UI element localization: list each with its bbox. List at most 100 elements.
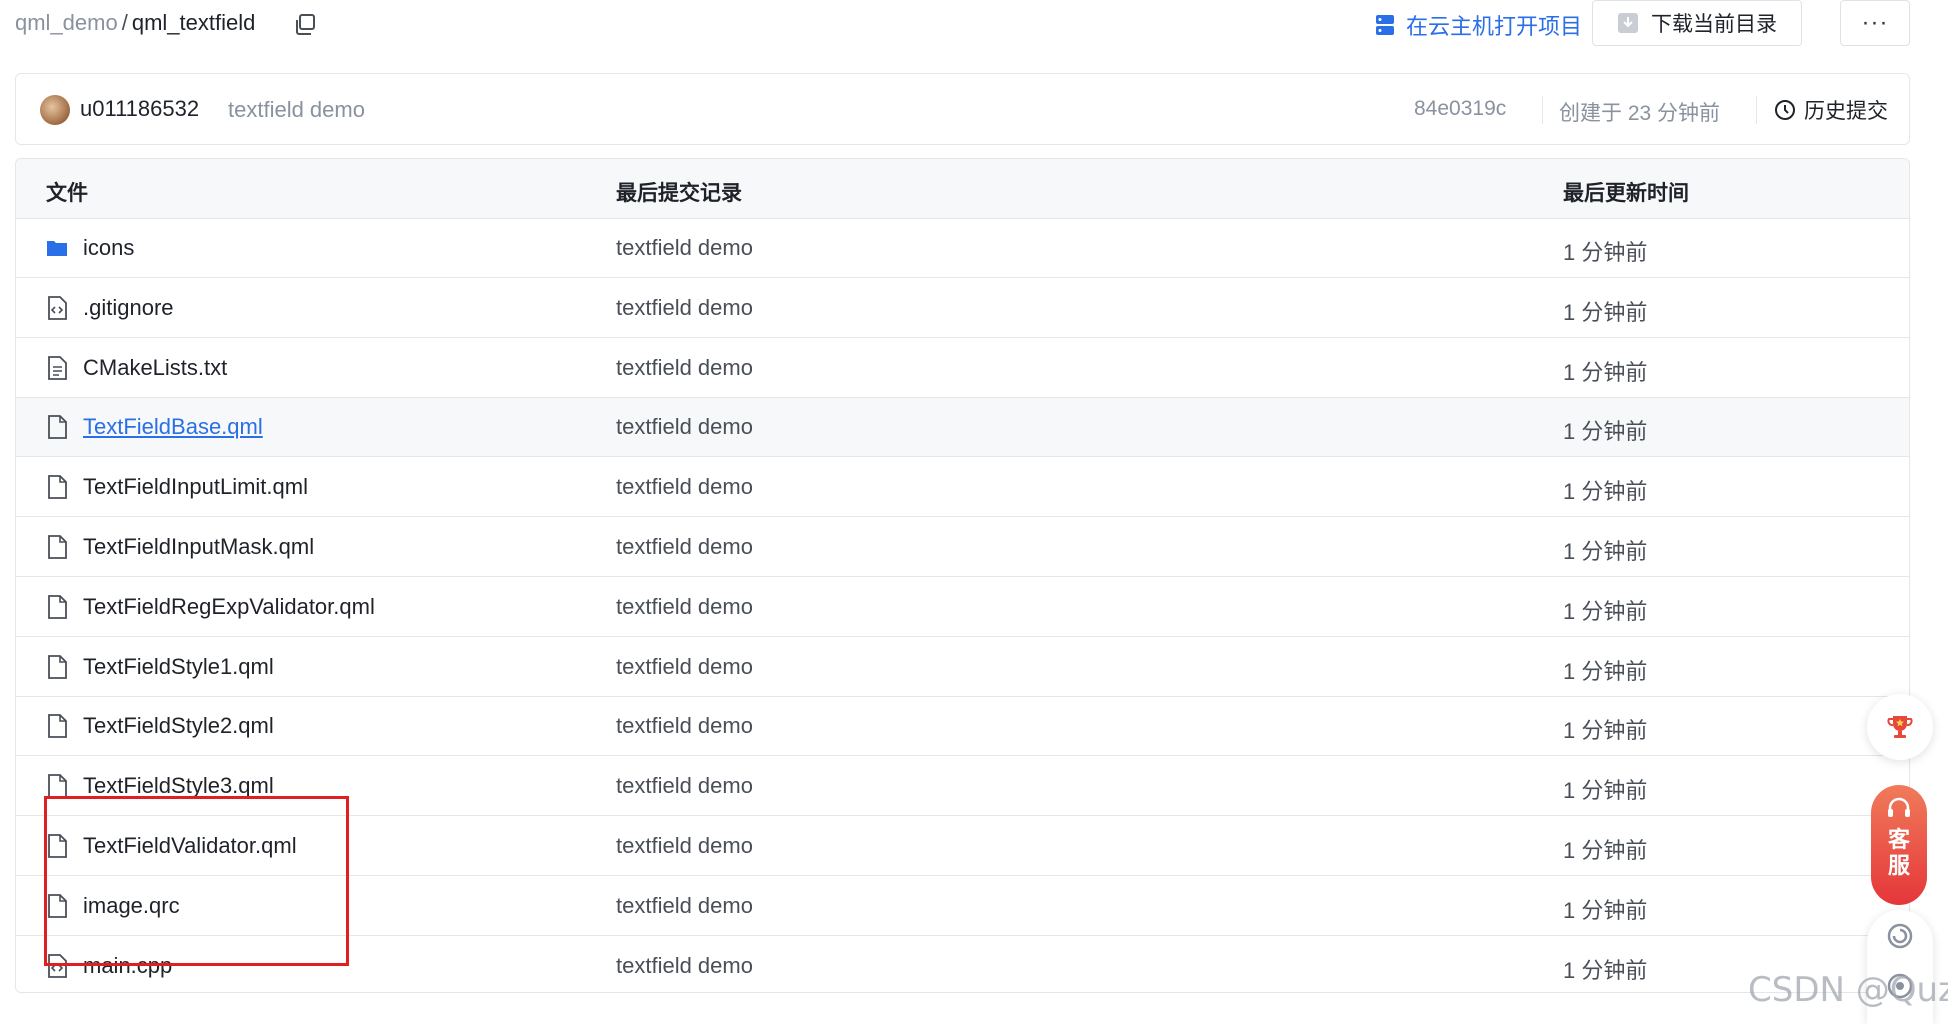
table-row[interactable]: CMakeLists.txt textfield demo 1 分钟前 (16, 339, 1909, 398)
file-name[interactable]: main.cpp (83, 953, 172, 979)
last-commit-message[interactable]: textfield demo (616, 355, 753, 381)
file-name[interactable]: TextFieldInputMask.qml (83, 534, 314, 560)
file-name[interactable]: TextFieldInputLimit.qml (83, 474, 308, 500)
customer-service-button[interactable]: 客服 (1871, 785, 1927, 905)
table-row[interactable]: TextFieldRegExpValidator.qml textfield de… (16, 578, 1909, 637)
file-icon (48, 594, 67, 619)
more-button[interactable]: ··· (1840, 0, 1910, 46)
file-icon (48, 475, 67, 500)
last-updated-time: 1 分钟前 (1563, 419, 1648, 445)
table-row[interactable]: TextFieldInputMask.qml textfield demo 1 分钟… (16, 518, 1909, 577)
last-commit-message[interactable]: textfield demo (616, 474, 753, 500)
download-directory-button[interactable]: 下载当前目录 (1592, 0, 1802, 46)
file-icon (48, 535, 67, 559)
commit-author[interactable]: u011186532 (80, 96, 199, 122)
last-updated-time: 1 分钟前 (1563, 658, 1648, 684)
last-commit-message[interactable]: textfield demo (616, 833, 753, 859)
last-commit-message[interactable]: textfield demo (616, 773, 753, 799)
history-commits-button[interactable]: 历史提交 (1774, 95, 1888, 125)
watermark: CSDN @Quz (1748, 970, 1948, 1010)
file-icon (48, 774, 67, 799)
last-commit-message[interactable]: textfield demo (616, 953, 753, 979)
column-header-file: 文件 (46, 182, 88, 205)
table-row[interactable]: TextFieldStyle3.qml textfield demo 1 分钟前 (16, 757, 1909, 817)
breadcrumb-current: qml_textfield (131, 10, 256, 35)
clock-icon (1775, 100, 1795, 120)
table-row[interactable]: main.cpp textfield demo 1 分钟前 (16, 937, 1909, 992)
breadcrumb-separator: / (121, 10, 128, 35)
file-icon (48, 714, 67, 739)
column-header-last-commit: 最后提交记录 (616, 182, 742, 205)
commit-created-time: 创建于 23 分钟前 (1559, 102, 1721, 125)
commit-bar: u011186532 textfield demo 84e0319c 创建于 2… (15, 73, 1910, 145)
last-updated-time: 1 分钟前 (1563, 718, 1648, 744)
history-commits-label: 历史提交 (1804, 100, 1888, 123)
code-file-icon (48, 295, 67, 320)
swirl-icon[interactable] (1886, 922, 1914, 950)
table-row[interactable]: TextFieldStyle1.qml textfield demo 1 分钟前 (16, 638, 1909, 697)
table-header: 文件 最后提交记录 最后更新时间 (16, 159, 1909, 219)
last-updated-time: 1 分钟前 (1563, 897, 1648, 923)
file-icon (48, 893, 67, 918)
commit-hash[interactable]: 84e0319c (1414, 97, 1506, 121)
avatar[interactable] (40, 95, 70, 125)
last-commit-message[interactable]: textfield demo (616, 295, 753, 321)
open-in-cloud-label: 在云主机打开项目 (1406, 14, 1583, 39)
column-header-last-updated: 最后更新时间 (1563, 182, 1689, 205)
file-name[interactable]: CMakeLists.txt (83, 355, 227, 381)
file-icon (48, 415, 67, 440)
file-table: 文件 最后提交记录 最后更新时间 icons textfield demo 1 分钟… (15, 158, 1910, 993)
file-icon (48, 654, 67, 679)
file-name[interactable]: icons (83, 235, 134, 261)
last-commit-message[interactable]: textfield demo (616, 534, 753, 560)
file-name[interactable]: TextFieldBase.qml (83, 414, 263, 440)
last-commit-message[interactable]: textfield demo (616, 414, 753, 440)
last-updated-time: 1 分钟前 (1563, 479, 1648, 505)
last-commit-message[interactable]: textfield demo (616, 713, 753, 739)
table-row[interactable]: TextFieldBase.qml textfield demo 1 分钟前 (16, 398, 1909, 458)
last-updated-time: 1 分钟前 (1563, 539, 1648, 564)
last-updated-time: 1 分钟前 (1563, 240, 1648, 265)
file-name[interactable]: TextFieldRegExpValidator.qml (83, 594, 375, 620)
last-commit-message[interactable]: textfield demo (616, 594, 753, 620)
file-icon (48, 834, 67, 858)
file-name[interactable]: TextFieldStyle3.qml (83, 773, 274, 799)
last-commit-message[interactable]: textfield demo (616, 893, 753, 919)
download-directory-label: 下载当前目录 (1651, 13, 1777, 36)
customer-service-label: 客服 (1887, 827, 1910, 878)
file-name[interactable]: TextFieldStyle1.qml (83, 654, 274, 680)
file-name[interactable]: TextFieldValidator.qml (83, 833, 297, 859)
table-row[interactable]: icons textfield demo 1 分钟前 (16, 219, 1909, 278)
breadcrumb: qml_demo / qml_textfield (15, 10, 255, 36)
trophy-icon (1887, 716, 1913, 738)
last-updated-time: 1 分钟前 (1563, 778, 1648, 804)
trophy-button[interactable] (1867, 694, 1933, 760)
table-row[interactable]: TextFieldValidator.qml textfield demo 1 分钟… (16, 817, 1909, 876)
top-bar: qml_demo / qml_textfield 在云主机打开项目 下载当前目录… (0, 0, 1948, 60)
commit-message[interactable]: textfield demo (228, 97, 365, 123)
divider (1756, 96, 1757, 124)
folder-icon (47, 241, 67, 256)
file-name[interactable]: image.qrc (83, 893, 180, 919)
open-in-cloud-button[interactable]: 在云主机打开项目 (1374, 8, 1582, 42)
text-file-icon (48, 355, 67, 380)
table-row[interactable]: .gitignore textfield demo 1 分钟前 (16, 279, 1909, 338)
last-updated-time: 1 分钟前 (1563, 299, 1648, 325)
code-file-icon (48, 953, 67, 978)
last-commit-message[interactable]: textfield demo (616, 235, 753, 261)
last-updated-time: 1 分钟前 (1563, 359, 1648, 385)
last-commit-message[interactable]: textfield demo (616, 654, 753, 680)
table-row[interactable]: image.qrc textfield demo 1 分钟前 (16, 877, 1909, 936)
last-updated-time: 1 分钟前 (1563, 598, 1648, 624)
cloud-server-icon (1376, 15, 1394, 35)
last-updated-time: 1 分钟前 (1563, 957, 1648, 983)
table-row[interactable]: TextFieldStyle2.qml textfield demo 1 分钟前 (16, 697, 1909, 757)
divider (1542, 96, 1543, 124)
breadcrumb-parent[interactable]: qml_demo (15, 10, 118, 36)
headset-icon (1888, 797, 1910, 817)
file-name[interactable]: TextFieldStyle2.qml (83, 713, 274, 739)
table-row[interactable]: TextFieldInputLimit.qml textfield demo 1 分… (16, 458, 1909, 518)
copy-icon[interactable] (292, 12, 318, 38)
file-name[interactable]: .gitignore (83, 295, 174, 321)
last-updated-time: 1 分钟前 (1563, 838, 1648, 863)
